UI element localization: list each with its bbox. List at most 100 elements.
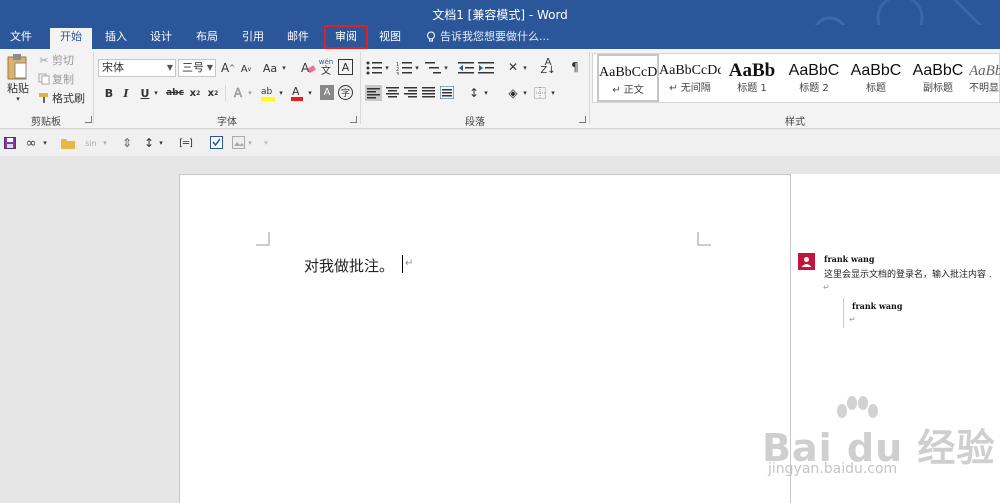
comment-text[interactable]: 这里会显示文档的登录名，输入批注内容 . xyxy=(824,267,992,280)
style-title[interactable]: AaBbC 标题 xyxy=(845,54,907,102)
column-width-icon[interactable]: ⇕ xyxy=(120,135,134,151)
multilevel-list-icon[interactable] xyxy=(425,61,441,75)
chevron-down-icon[interactable]: ▾ xyxy=(246,137,254,149)
svg-text:A: A xyxy=(301,61,310,75)
style-name: 副标题 xyxy=(923,83,953,94)
tab-review[interactable]: 审阅 xyxy=(324,25,368,49)
paste-dropdown-arrow[interactable]: ▾ xyxy=(14,95,22,103)
tab-home[interactable]: 开始 xyxy=(50,28,92,49)
style-subtle-emphasis[interactable]: AaBb 不明显 xyxy=(969,54,1000,102)
shading-icon[interactable]: ◈ xyxy=(505,85,521,101)
save-icon[interactable] xyxy=(4,137,16,149)
paste-icon[interactable] xyxy=(6,53,28,81)
tab-design[interactable]: 设计 xyxy=(144,28,178,49)
grow-font-icon[interactable]: A ^ xyxy=(221,60,235,76)
folder-icon[interactable] xyxy=(61,137,75,149)
chevron-down-icon[interactable]: ▾ xyxy=(383,62,391,74)
style-name: 标题 2 xyxy=(799,83,829,94)
line-spacing-icon[interactable]: ↕ xyxy=(466,85,482,101)
decrease-indent-icon[interactable] xyxy=(458,61,474,75)
style-no-spacing[interactable]: AaBbCcDd ↵ 无间隔 xyxy=(659,54,721,102)
chevron-down-icon[interactable]: ▾ xyxy=(41,137,49,149)
justify-icon[interactable] xyxy=(422,87,435,98)
strikethrough-icon[interactable]: abc xyxy=(166,85,184,101)
comments-pane xyxy=(790,174,1000,503)
font-size-value: 三号 xyxy=(182,61,204,74)
customize-qat-icon[interactable]: ▾ xyxy=(262,137,270,149)
cut-button[interactable]: 剪切 xyxy=(52,53,74,67)
character-border-icon[interactable]: A xyxy=(338,59,353,75)
copy-icon xyxy=(38,73,50,85)
insert-field-icon[interactable]: [═] xyxy=(178,136,194,150)
checkbox-icon[interactable] xyxy=(210,136,223,149)
chevron-down-icon[interactable]: ▾ xyxy=(101,137,109,149)
style-subtitle[interactable]: AaBbC 副标题 xyxy=(907,54,969,102)
document-body-text[interactable]: 对我做批注。 xyxy=(304,255,394,276)
tab-insert[interactable]: 插入 xyxy=(99,28,133,49)
superscript-icon[interactable]: x2 xyxy=(206,85,220,101)
chevron-down-icon[interactable]: ▾ xyxy=(482,87,490,99)
copy-button[interactable]: 复制 xyxy=(52,72,74,86)
chevron-down-icon[interactable]: ▾ xyxy=(152,87,160,99)
highlight-color-icon[interactable]: ab xyxy=(260,84,276,102)
style-heading-2[interactable]: AaBbC 标题 2 xyxy=(783,54,845,102)
align-center-icon[interactable] xyxy=(386,87,399,98)
style-heading-1[interactable]: AaBb 标题 1 xyxy=(721,54,783,102)
subscript-icon[interactable]: x2 xyxy=(188,85,202,101)
chevron-down-icon[interactable]: ▾ xyxy=(413,62,421,74)
increase-indent-icon[interactable] xyxy=(478,61,494,75)
show-marks-icon[interactable]: ¶ xyxy=(568,59,582,75)
font-size-combo[interactable]: 三号 ▼ xyxy=(178,59,216,77)
chevron-down-icon[interactable]: ▾ xyxy=(549,87,557,99)
tab-layout[interactable]: 布局 xyxy=(190,28,224,49)
link-icon[interactable]: ∞ xyxy=(22,135,40,151)
phonetic-guide-button[interactable]: wén 文 xyxy=(318,57,334,77)
underline-icon[interactable]: U xyxy=(139,85,151,101)
clear-formatting-icon[interactable]: A xyxy=(300,60,316,76)
chevron-down-icon[interactable]: ▾ xyxy=(280,62,288,74)
borders-icon[interactable] xyxy=(534,87,546,99)
spacing-icon[interactable]: ↕ xyxy=(142,135,156,151)
font-color-icon[interactable]: A xyxy=(290,84,304,102)
align-left-button[interactable] xyxy=(365,85,382,101)
chevron-down-icon[interactable]: ▾ xyxy=(306,87,314,99)
asian-layout-icon[interactable]: ✕ xyxy=(505,59,521,75)
align-right-icon[interactable] xyxy=(404,87,417,98)
tell-me-box[interactable]: 告诉我您想要做什么... xyxy=(440,29,550,45)
bullets-icon[interactable] xyxy=(366,61,382,75)
bold-icon[interactable]: B xyxy=(102,85,116,101)
text-effects-icon[interactable]: A xyxy=(231,85,245,101)
chevron-down-icon[interactable]: ▾ xyxy=(442,62,450,74)
italic-icon[interactable]: I xyxy=(120,85,132,101)
paste-button[interactable]: 粘贴 xyxy=(4,81,32,95)
chevron-down-icon[interactable]: ▾ xyxy=(521,62,529,74)
change-case-button[interactable]: Aa xyxy=(262,60,278,76)
chevron-down-icon[interactable]: ▾ xyxy=(157,137,165,149)
distributed-icon[interactable] xyxy=(440,86,454,99)
sin-function-icon[interactable]: sin xyxy=(82,136,100,150)
character-shading-icon[interactable]: A xyxy=(320,85,334,100)
shrink-font-icon[interactable]: Av xyxy=(239,61,253,77)
tab-view[interactable]: 视图 xyxy=(373,28,407,49)
document-page[interactable] xyxy=(179,174,791,503)
chevron-down-icon[interactable]: ▾ xyxy=(521,87,529,99)
picture-icon[interactable] xyxy=(232,136,245,149)
style-name: ↵ 无间隔 xyxy=(669,83,711,94)
numbering-icon[interactable]: 123 xyxy=(396,61,412,75)
tab-file[interactable]: 文件 xyxy=(4,28,38,49)
tab-references[interactable]: 引用 xyxy=(236,28,270,49)
tab-mailings[interactable]: 邮件 xyxy=(281,28,315,49)
text-cursor xyxy=(402,255,403,273)
chevron-down-icon[interactable]: ▾ xyxy=(246,87,254,99)
quick-access-toolbar: ∞ ▾ sin ▾ ⇕ ↕ ▾ [═] ▾ ▾ xyxy=(0,130,1000,156)
sort-icon[interactable]: A Z↓ xyxy=(540,58,556,76)
style-normal[interactable]: AaBbCcDd ↵ 正文 xyxy=(597,54,659,102)
enclose-characters-icon[interactable]: 字 xyxy=(338,85,353,100)
format-painter-button[interactable]: 格式刷 xyxy=(52,91,85,105)
paragraph-dialog-launcher[interactable] xyxy=(579,116,586,123)
chevron-down-icon[interactable]: ▾ xyxy=(277,87,285,99)
svg-text:ab: ab xyxy=(261,87,273,97)
clipboard-dialog-launcher[interactable] xyxy=(85,116,92,123)
font-dialog-launcher[interactable] xyxy=(350,116,357,123)
font-name-combo[interactable]: 宋体 ▼ xyxy=(98,59,176,77)
